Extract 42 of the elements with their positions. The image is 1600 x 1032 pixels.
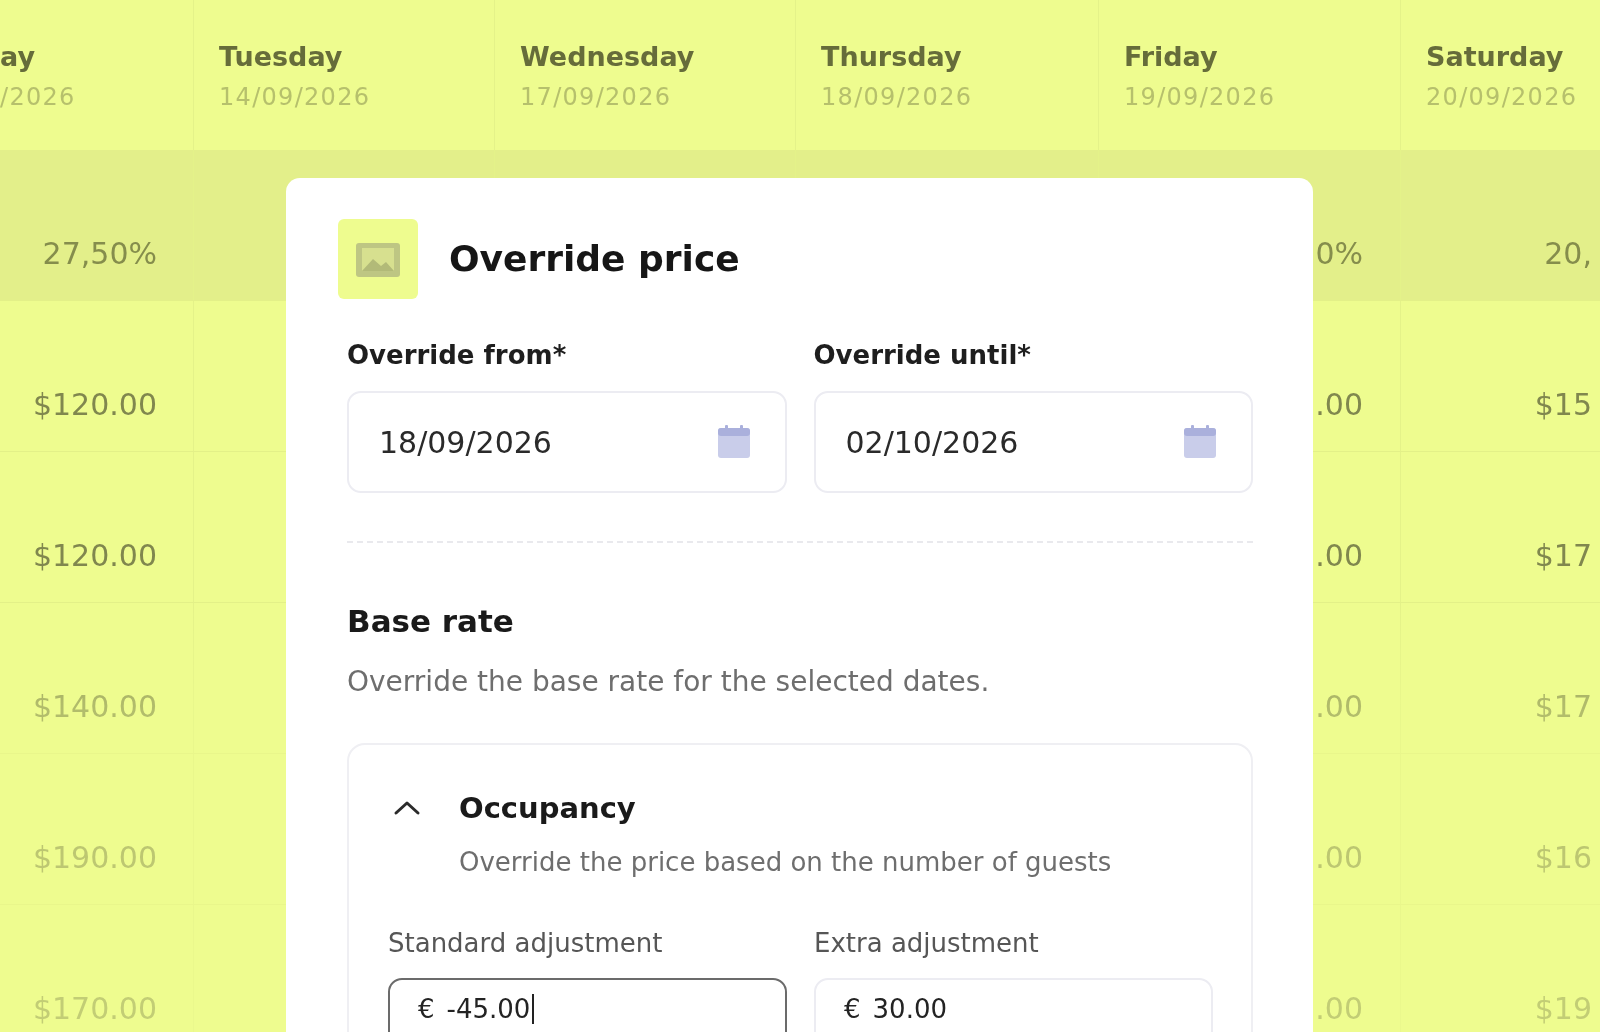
panel-description: Override the price based on the number of guests — [459, 846, 1113, 878]
day-name: Wednesday — [520, 41, 695, 73]
field-label: Override from* — [347, 339, 567, 371]
rate-value: $120.00 — [32, 387, 157, 423]
rate-value: .00 — [1315, 387, 1363, 423]
field-label: Standard adjustment — [388, 928, 663, 958]
panel-title: Occupancy — [459, 791, 636, 825]
column-date: 17/09/2026 — [520, 83, 672, 111]
calendar-icon — [715, 424, 752, 460]
column-date: 18/09/2026 — [821, 83, 973, 111]
day-name: Thursday — [821, 41, 962, 73]
day-name: Tuesday — [219, 41, 343, 73]
rate-value: $17 — [1534, 689, 1592, 725]
section-title: Base rate — [347, 602, 515, 640]
calendar-icon — [1182, 424, 1218, 460]
field-label: Override until* — [813, 339, 1031, 371]
picture-icon — [338, 219, 418, 299]
adjustment-field[interactable]: € 30.00 — [814, 978, 1213, 1032]
column-date: 19/09/2026 — [1124, 83, 1276, 111]
rate-value: .00 — [1315, 689, 1363, 725]
section-description: Override the base rate for the selected dates. — [347, 665, 991, 699]
date-field[interactable]: 02/10/2026 — [813, 391, 1253, 493]
column-date: /2026 — [0, 83, 76, 111]
rate-value: $17 — [1534, 538, 1592, 574]
dialog-title: Override price — [449, 237, 740, 281]
adjustment-field[interactable]: € -45.00 — [388, 978, 787, 1032]
chevron-up-icon[interactable] — [393, 800, 421, 816]
column-date: 20/09/2026 — [1426, 83, 1578, 111]
text-cursor-icon — [532, 994, 535, 1024]
date-field[interactable]: 18/09/2026 — [347, 391, 787, 493]
day-name: ay — [0, 41, 35, 73]
percent-value: 20, — [1544, 236, 1592, 272]
rate-value: $15 — [1534, 387, 1592, 423]
percent-value: 0% — [1315, 236, 1363, 272]
field-label: Extra adjustment — [814, 928, 1039, 958]
day-name: Saturday — [1426, 41, 1564, 73]
rate-value: $140.00 — [32, 689, 157, 725]
rate-value: .00 — [1315, 538, 1363, 574]
column-date: 14/09/2026 — [219, 83, 371, 111]
percent-value: 27,50% — [42, 236, 157, 272]
rate-value: $120.00 — [32, 538, 157, 574]
day-name: Friday — [1124, 41, 1218, 73]
